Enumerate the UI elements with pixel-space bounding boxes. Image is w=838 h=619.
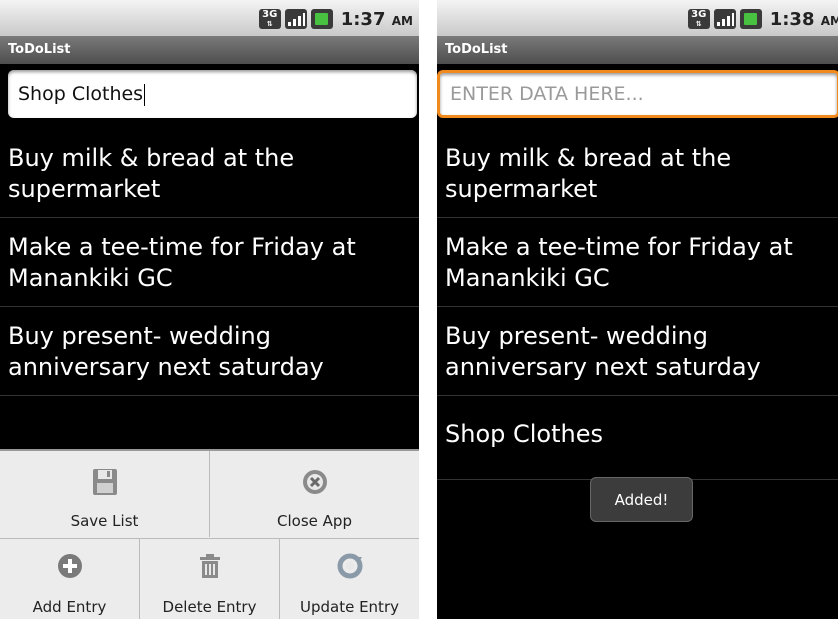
update-entry-button[interactable]: Update Entry: [280, 539, 419, 619]
list-item[interactable]: Shop Clothes: [437, 396, 838, 480]
toast-message: Added!: [590, 477, 693, 522]
add-entry-label: Add Entry: [32, 598, 107, 616]
network-3g-icon: 3G ⇅: [258, 9, 281, 29]
close-app-button[interactable]: Close App: [210, 451, 419, 537]
todo-input[interactable]: [437, 70, 838, 118]
list-item[interactable]: Buy milk & bread at the supermarket: [0, 129, 419, 218]
phone-screen-left: 3G ⇅ 1:37 AM ToDoList Shop Clothes Buy mi…: [0, 0, 419, 619]
list-item[interactable]: Make a tee-time for Friday at Manankiki …: [437, 218, 838, 307]
app-title: ToDoList: [437, 36, 838, 64]
list-item[interactable]: Buy present- wedding anniversary next sa…: [0, 307, 419, 396]
list-item[interactable]: Make a tee-time for Friday at Manankiki …: [0, 218, 419, 307]
status-bar: 3G ⇅ 1:38 AM: [437, 0, 838, 36]
delete-entry-label: Delete Entry: [162, 598, 257, 616]
add-entry-button[interactable]: Add Entry: [0, 539, 140, 619]
list-item[interactable]: Buy milk & bread at the supermarket: [437, 129, 838, 218]
todo-list: Buy milk & bread at the supermarket Make…: [437, 129, 838, 480]
delete-entry-button[interactable]: Delete Entry: [140, 539, 280, 619]
save-list-label: Save List: [70, 512, 139, 530]
text-cursor: [144, 83, 146, 106]
save-list-button[interactable]: Save List: [0, 451, 210, 537]
signal-strength-icon: [713, 9, 736, 29]
battery-icon: [310, 9, 333, 29]
status-bar: 3G ⇅ 1:37 AM: [0, 0, 419, 36]
app-title: ToDoList: [0, 36, 419, 64]
floppy-disk-icon: [92, 469, 117, 495]
close-app-label: Close App: [277, 512, 352, 530]
todo-list: Buy milk & bread at the supermarket Make…: [0, 129, 419, 396]
battery-icon: [739, 9, 762, 29]
list-item[interactable]: Buy present- wedding anniversary next sa…: [437, 307, 838, 396]
todo-input-field[interactable]: [448, 82, 838, 106]
trash-icon: [199, 554, 220, 578]
add-circle-icon: [57, 554, 82, 578]
network-3g-icon: 3G ⇅: [687, 9, 710, 29]
close-circle-icon: [302, 470, 327, 494]
options-menu: Save List Close App Add Entry Delete Ent…: [0, 449, 419, 619]
refresh-icon: [337, 553, 362, 579]
update-entry-label: Update Entry: [299, 598, 399, 616]
signal-strength-icon: [284, 9, 307, 29]
phone-screen-right: 3G⇅ 1:38 AM ToDoList Buy milk & bread at…: [437, 0, 838, 619]
status-clock: 1:37 AM: [340, 8, 413, 30]
status-clock: 1:38 AM: [769, 8, 838, 30]
todo-input[interactable]: Shop Clothes: [8, 70, 417, 118]
